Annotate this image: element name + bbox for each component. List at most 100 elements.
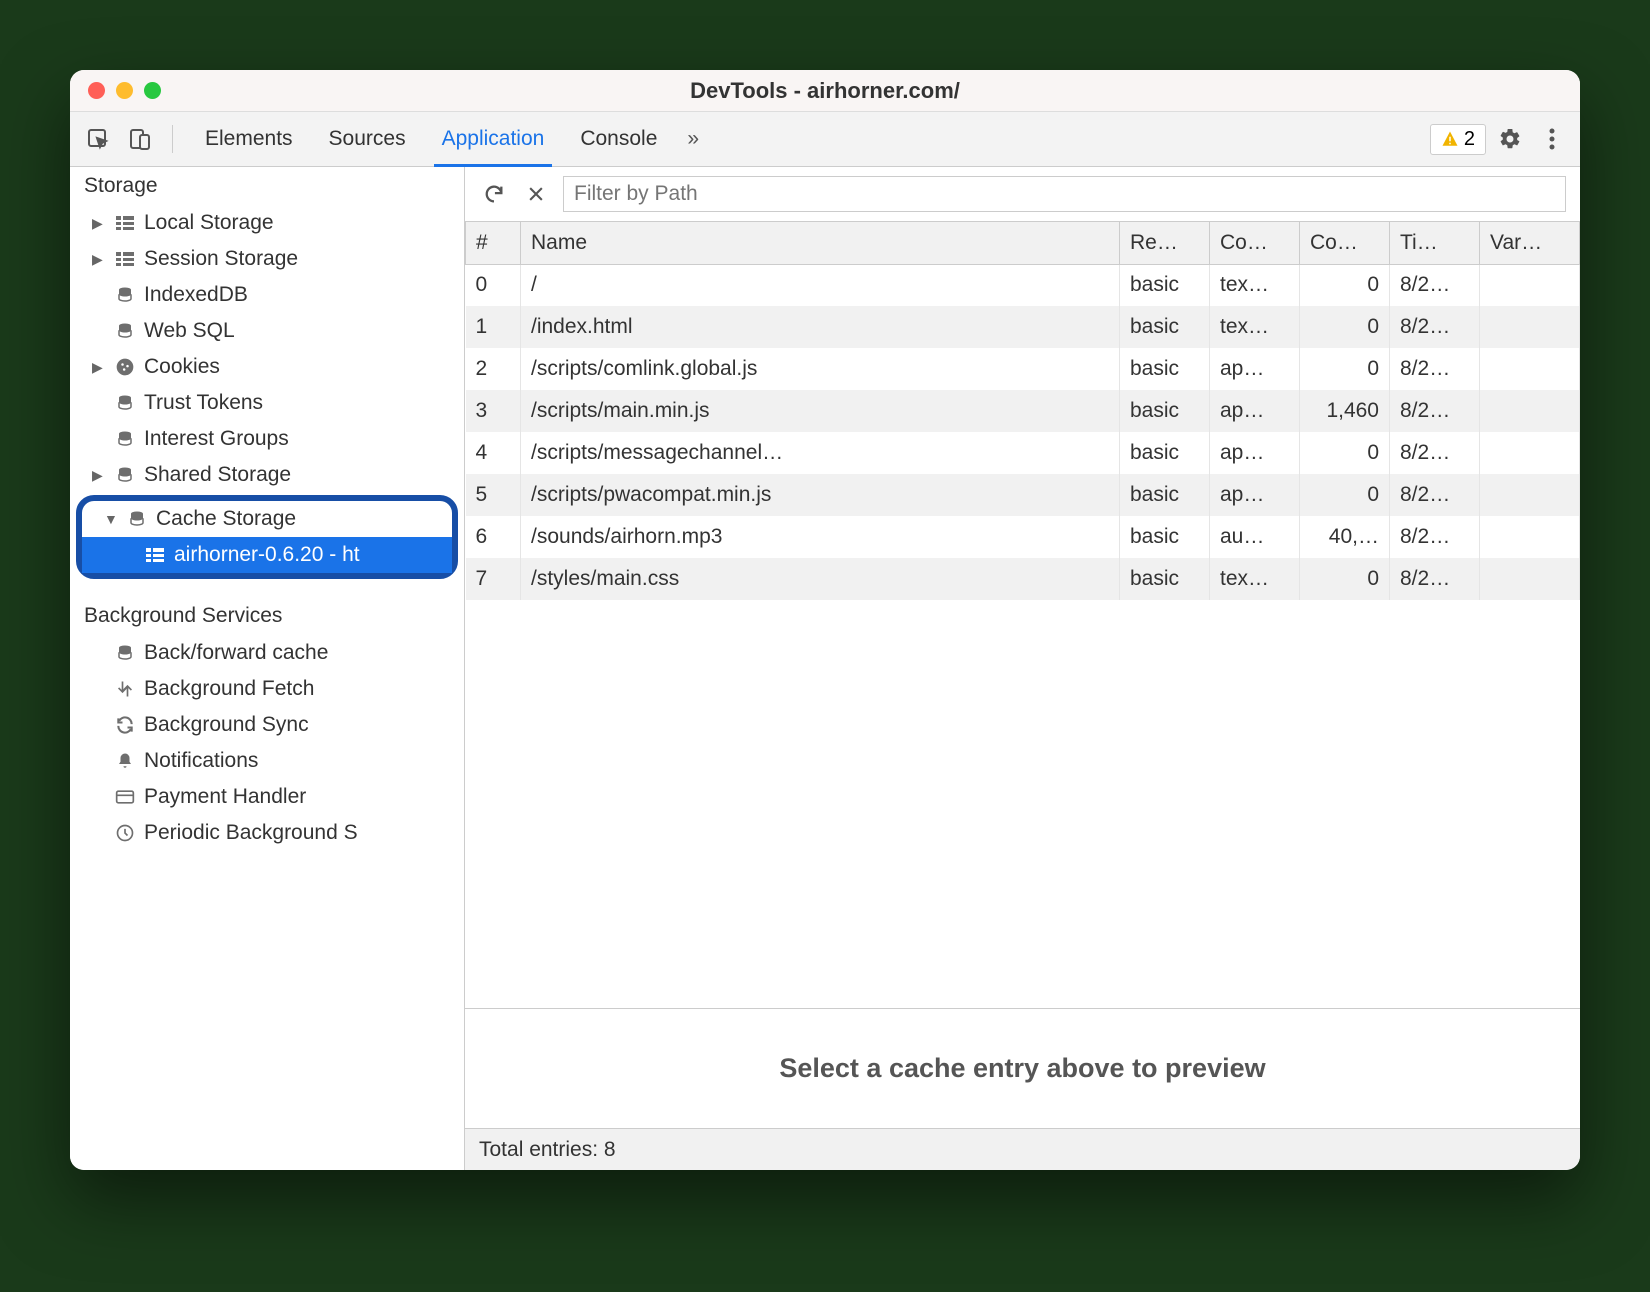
total-entries-label: Total entries: 8 [479,1138,616,1162]
devtools-window: DevTools - airhorner.com/ Elements Sourc… [70,70,1580,1170]
sidebar-item-label: Cookies [144,355,220,379]
status-bar: Total entries: 8 [465,1128,1580,1170]
table-row[interactable]: 4 /scripts/messagechannel… basic ap… 0 8… [466,432,1580,474]
table-row[interactable]: 6 /sounds/airhorn.mp3 basic au… 40,… 8/2… [466,516,1580,558]
filter-input[interactable] [563,176,1566,212]
table-row[interactable]: 1 /index.html basic tex… 0 8/2… [466,306,1580,348]
sidebar-item-label: Session Storage [144,247,298,271]
warnings-badge[interactable]: 2 [1430,124,1486,155]
background-services-heading: Background Services [70,597,464,635]
table-row[interactable]: 3 /scripts/main.min.js basic ap… 1,460 8… [466,390,1580,432]
sidebar-item-label: Periodic Background S [144,821,358,845]
sidebar-item-label: Background Fetch [144,677,314,701]
sidebar-item-background-sync[interactable]: Background Sync [70,707,464,743]
sidebar-item-session-storage[interactable]: ▶ Session Storage [70,241,464,277]
table-row[interactable]: 2 /scripts/comlink.global.js basic ap… 0… [466,348,1580,390]
sidebar-item-label: Cache Storage [156,507,296,531]
minimize-icon[interactable] [116,82,133,99]
database-icon [126,510,148,528]
column-header[interactable]: Ti… [1390,222,1480,264]
close-icon[interactable] [88,82,105,99]
clock-icon [114,823,136,843]
grid-icon [114,252,136,266]
inspect-icon[interactable] [80,121,116,157]
sidebar-item-local-storage[interactable]: ▶ Local Storage [70,205,464,241]
preview-empty-text: Select a cache entry above to preview [779,1053,1265,1084]
sidebar-item-label: Local Storage [144,211,274,235]
sidebar-item-label: Interest Groups [144,427,289,451]
sidebar-item-label: Web SQL [144,319,235,343]
cookie-icon [114,357,136,377]
traffic-lights [70,82,161,99]
tab-application[interactable]: Application [424,112,563,166]
application-sidebar: Storage ▶ Local Storage ▶ Session Storag… [70,167,465,1170]
sidebar-item-indexeddb[interactable]: IndexedDB [70,277,464,313]
sidebar-item-trust-tokens[interactable]: Trust Tokens [70,385,464,421]
db-icon [114,466,136,484]
column-header[interactable]: Name [521,222,1120,264]
kebab-menu-icon[interactable] [1534,121,1570,157]
chevron-down-icon: ▼ [104,511,118,527]
sidebar-item-back-forward-cache[interactable]: Back/forward cache [70,635,464,671]
sidebar-item-label: Shared Storage [144,463,291,487]
bell-icon [114,751,136,771]
tab-elements[interactable]: Elements [187,112,311,166]
db-icon [114,322,136,340]
settings-icon[interactable] [1492,121,1528,157]
column-header[interactable]: # [466,222,521,264]
sidebar-item-background-fetch[interactable]: Background Fetch [70,671,464,707]
preview-pane: Select a cache entry above to preview [465,1008,1580,1128]
sidebar-item-cache-storage[interactable]: ▼ Cache Storage [82,501,452,537]
divider [172,125,173,153]
device-toggle-icon[interactable] [122,121,158,157]
sidebar-item-label: Background Sync [144,713,309,737]
tab-console[interactable]: Console [562,112,675,166]
sidebar-item-label: airhorner-0.6.20 - ht [174,543,360,567]
warning-icon [1441,130,1459,148]
sidebar-item-periodic-background-s[interactable]: Periodic Background S [70,815,464,851]
grid-icon [144,548,166,562]
sidebar-item-payment-handler[interactable]: Payment Handler [70,779,464,815]
titlebar: DevTools - airhorner.com/ [70,70,1580,112]
sidebar-item-label: IndexedDB [144,283,248,307]
column-header[interactable]: Co… [1300,222,1390,264]
maximize-icon[interactable] [144,82,161,99]
column-header[interactable]: Co… [1210,222,1300,264]
transfer-icon [114,679,136,699]
grid-icon [114,216,136,230]
sidebar-item-shared-storage[interactable]: ▶ Shared Storage [70,457,464,493]
storage-heading: Storage [70,167,464,205]
card-icon [114,789,136,805]
db-icon [114,394,136,412]
tab-sources[interactable]: Sources [311,112,424,166]
panel-tabs: Elements Sources Application Console » [187,112,711,166]
sidebar-item-label: Trust Tokens [144,391,263,415]
db-icon [114,644,136,662]
delete-icon[interactable] [521,179,551,209]
sidebar-item-interest-groups[interactable]: Interest Groups [70,421,464,457]
sync-icon [114,715,136,735]
chevron-right-icon: ▶ [92,251,106,268]
warnings-count: 2 [1464,128,1475,151]
devtools-tabbar: Elements Sources Application Console » 2 [70,112,1580,167]
sidebar-item-label: Back/forward cache [144,641,328,665]
db-icon [114,286,136,304]
refresh-icon[interactable] [479,179,509,209]
chevron-right-icon: ▶ [92,215,106,232]
db-icon [114,430,136,448]
sidebar-item-notifications[interactable]: Notifications [70,743,464,779]
sidebar-item-cache-instance[interactable]: airhorner-0.6.20 - ht [82,537,452,573]
chevron-right-icon: ▶ [92,359,106,376]
sidebar-item-cookies[interactable]: ▶ Cookies [70,349,464,385]
cache-entries-table: #NameRe…Co…Co…Ti…Var… 0 / basic tex… 0 8… [465,222,1580,600]
table-row[interactable]: 7 /styles/main.css basic tex… 0 8/2… [466,558,1580,600]
sidebar-item-web-sql[interactable]: Web SQL [70,313,464,349]
cache-toolbar [465,167,1580,222]
table-row[interactable]: 0 / basic tex… 0 8/2… [466,264,1580,306]
column-header[interactable]: Re… [1120,222,1210,264]
sidebar-item-label: Payment Handler [144,785,306,809]
column-header[interactable]: Var… [1480,222,1580,264]
sidebar-item-label: Notifications [144,749,258,773]
table-row[interactable]: 5 /scripts/pwacompat.min.js basic ap… 0 … [466,474,1580,516]
tabs-overflow-icon[interactable]: » [675,112,711,166]
